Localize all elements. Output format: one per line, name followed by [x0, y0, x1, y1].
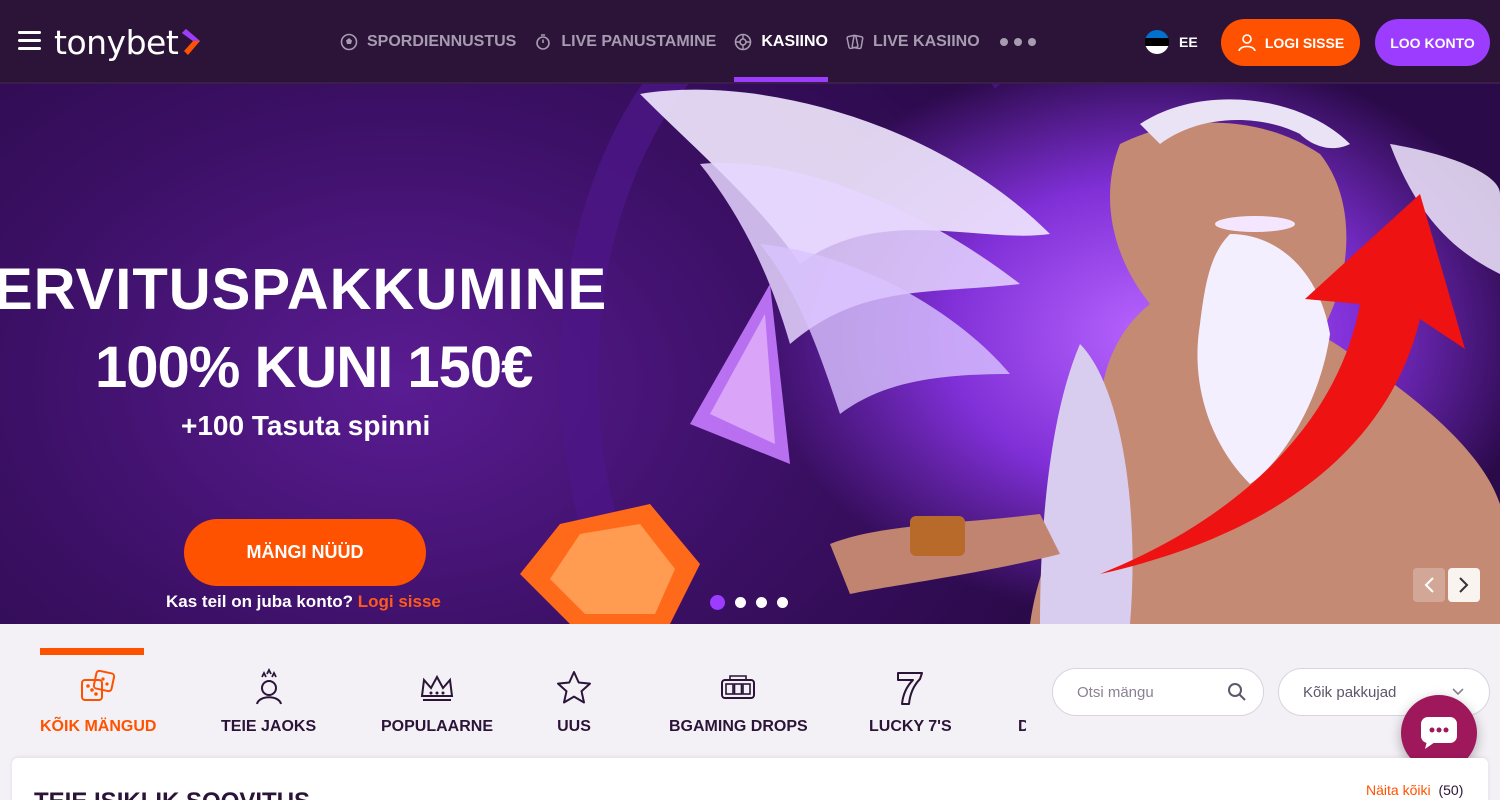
search-icon[interactable]	[1227, 682, 1247, 702]
category-bar: KÕIK MÄNGUD TEIE JAOKS POPULAARNE UUS BG…	[0, 624, 1500, 754]
show-all-count: (50)	[1438, 782, 1464, 798]
more-icon[interactable]	[999, 38, 1036, 46]
hero-banner: ERVITUSPAKKUMINE 100% KUNI 150€ +100 Tas…	[0, 84, 1500, 624]
hero-account-prompt: Kas teil on juba konto? Logi sisse	[166, 592, 441, 612]
slide-dot[interactable]	[735, 597, 746, 608]
show-all-label: Näita kõiki	[1366, 782, 1431, 798]
show-all-link[interactable]: Näita kõiki (50)	[1366, 782, 1463, 798]
nav-label: LIVE KASIINO	[873, 33, 980, 50]
estonia-flag-icon	[1145, 30, 1169, 54]
active-category-indicator	[40, 648, 144, 655]
category-all-games[interactable]: KÕIK MÄNGUD	[40, 668, 156, 736]
category-truncated[interactable]: D	[1018, 668, 1026, 736]
main-nav: SPORDIENNUSTUS LIVE PANUSTAMINE KASIINO …	[340, 0, 1036, 84]
slide-dot[interactable]	[777, 597, 788, 608]
slide-dot[interactable]	[710, 595, 725, 610]
soccer-ball-icon	[340, 33, 358, 51]
nav-label: SPORDIENNUSTUS	[367, 33, 517, 50]
search-input[interactable]	[1077, 683, 1227, 701]
account-question: Kas teil on juba konto?	[166, 592, 354, 611]
slide-indicators	[710, 595, 788, 610]
hero-title: ERVITUSPAKKUMINE	[0, 257, 608, 322]
hero-login-link[interactable]: Logi sisse	[358, 592, 441, 611]
play-now-label: MÄNGI NÜÜD	[246, 542, 364, 562]
logo-mark-icon	[182, 29, 201, 55]
roulette-icon	[735, 33, 752, 51]
top-navigation-bar: tonybet SPORDIENNUSTUS LIVE PANUSTAMINE …	[0, 0, 1500, 84]
category-popular[interactable]: POPULAARNE	[381, 668, 493, 736]
language-label: EE	[1179, 34, 1198, 50]
category-bgaming-drops[interactable]: BGAMING DROPS	[669, 668, 808, 736]
chevron-left-icon	[1424, 577, 1434, 593]
star-icon	[557, 671, 591, 704]
language-selector[interactable]: EE	[1145, 30, 1198, 54]
login-label: LOGI SISSE	[1264, 34, 1345, 51]
slot-machine-icon	[721, 675, 756, 699]
category-label: LUCKY 7'S	[869, 718, 952, 735]
category-label: UUS	[557, 718, 591, 735]
category-for-you[interactable]: TEIE JAOKS	[221, 668, 316, 736]
category-label: TEIE JAOKS	[221, 718, 317, 735]
chevron-down-icon	[1452, 688, 1464, 696]
hero-amount: 100% KUNI 150€	[95, 335, 533, 400]
category-label: D	[1018, 718, 1026, 735]
stopwatch-icon	[536, 34, 551, 50]
nav-item-live-casino[interactable]: LIVE KASIINO	[846, 0, 980, 84]
register-label: LOO KONTO	[1390, 34, 1475, 51]
category-lucky-sevens[interactable]: LUCKY 7'S	[869, 668, 952, 736]
nav-item-sports[interactable]: SPORDIENNUSTUS	[340, 0, 516, 84]
category-label: BGAMING DROPS	[669, 718, 808, 735]
nav-item-live-betting[interactable]: LIVE PANUSTAMINE	[534, 0, 716, 84]
menu-icon[interactable]	[18, 31, 41, 51]
provider-value: Kõik pakkujad	[1303, 683, 1397, 701]
register-button[interactable]: LOO KONTO	[1375, 19, 1490, 66]
chevron-right-icon	[1459, 577, 1469, 593]
user-icon	[1238, 33, 1256, 51]
category-label: POPULAARNE	[381, 718, 494, 735]
chat-icon	[1421, 717, 1457, 749]
seven-icon	[897, 672, 924, 705]
nav-item-casino[interactable]: KASIINO	[734, 0, 828, 84]
play-now-button[interactable]: MÄNGI NÜÜD	[184, 519, 426, 586]
cards-icon	[846, 34, 864, 50]
category-new[interactable]: UUS	[554, 668, 594, 736]
prev-slide-button[interactable]	[1413, 568, 1445, 602]
logo-text: tonybet	[54, 22, 179, 62]
nav-label: KASIINO	[761, 33, 828, 50]
hero-spins: +100 Tasuta spinni	[181, 410, 431, 441]
recommendations-panel: TEIE ISIKLIK SOOVITUS Näita kõiki (50)	[12, 758, 1488, 800]
crown-icon	[420, 674, 454, 701]
category-label: KÕIK MÄNGUD	[40, 718, 157, 735]
next-slide-button[interactable]	[1448, 568, 1480, 602]
nav-label: LIVE PANUSTAMINE	[561, 33, 717, 50]
dice-icon	[81, 669, 116, 701]
logo[interactable]: tonybet	[54, 22, 204, 62]
user-star-icon	[255, 668, 282, 705]
game-search	[1052, 668, 1264, 716]
login-button[interactable]: LOGI SISSE	[1221, 19, 1360, 66]
recommendations-title: TEIE ISIKLIK SOOVITUS	[34, 788, 310, 800]
slide-dot[interactable]	[756, 597, 767, 608]
category-icon-placeholder	[1018, 668, 1026, 708]
